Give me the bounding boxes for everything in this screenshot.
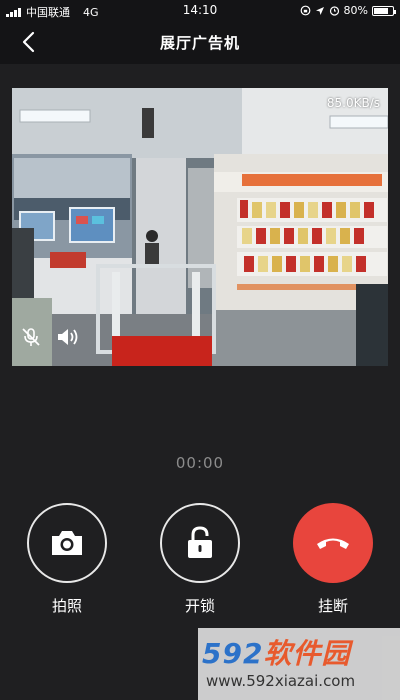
- battery-icon: [372, 5, 396, 16]
- unlock-label: 开锁: [184, 597, 215, 615]
- unlock-action: 开锁: [160, 503, 240, 616]
- hangup-action: 挂断: [293, 503, 373, 616]
- network-speed: 85.0KB/s: [326, 96, 380, 110]
- battery-percent: 80%: [343, 4, 368, 17]
- photo-action: 拍照: [27, 503, 107, 616]
- nav-bar: 展厅广告机: [0, 20, 400, 64]
- video-feed[interactable]: 85.0KB/s: [12, 88, 388, 366]
- video-scene: [12, 88, 388, 366]
- page-title: 展厅广告机: [159, 34, 240, 52]
- watermark-url: www.592xiazai.com: [206, 672, 356, 690]
- phone-hangup-icon: [317, 538, 349, 549]
- watermark: 592软件园 www.592xiazai.com: [198, 628, 400, 700]
- status-bar: 中国联通 4G 14:10 80%: [0, 0, 400, 20]
- unlock-icon: [188, 526, 212, 558]
- mic-off-icon: [22, 328, 40, 346]
- photo-button[interactable]: [27, 503, 107, 583]
- speaker-button[interactable]: [56, 326, 80, 352]
- rotation-lock-icon: [300, 5, 310, 16]
- mute-mic-button[interactable]: [20, 326, 42, 352]
- watermark-logo-num: 592: [202, 637, 264, 670]
- speaker-icon: [58, 329, 78, 345]
- watermark-logo: 592软件园: [202, 632, 350, 672]
- watermark-logo-cn: 软件园: [263, 637, 351, 670]
- camera-icon: [52, 531, 82, 555]
- hangup-button[interactable]: [293, 503, 373, 583]
- call-timer: 00:00: [175, 454, 225, 472]
- location-icon: [315, 6, 324, 15]
- hangup-label: 挂断: [317, 597, 348, 615]
- photo-label: 拍照: [51, 597, 82, 615]
- status-right: 80%: [300, 4, 396, 17]
- unlock-button[interactable]: [160, 503, 240, 583]
- alarm-icon: [329, 6, 339, 16]
